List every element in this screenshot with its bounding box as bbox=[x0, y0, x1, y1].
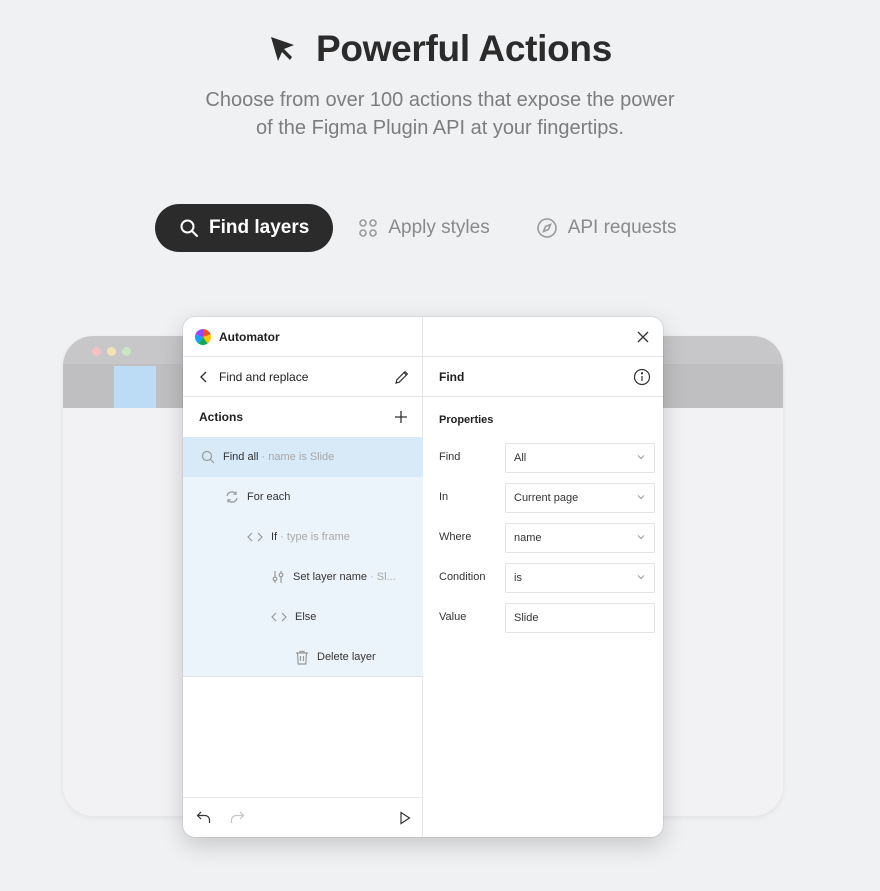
workflow-header: Find and replace bbox=[183, 357, 422, 397]
action-find-all[interactable]: Find all · name is Slide bbox=[183, 437, 423, 477]
action-label: For each bbox=[247, 491, 291, 503]
plus-icon[interactable] bbox=[394, 410, 408, 424]
close-icon[interactable] bbox=[637, 331, 649, 343]
code-brackets-icon bbox=[271, 611, 287, 623]
pencil-icon[interactable] bbox=[394, 369, 410, 385]
compass-icon bbox=[536, 217, 558, 239]
prop-label-in: In bbox=[439, 491, 449, 503]
right-titlebar bbox=[423, 317, 663, 357]
field-value: is bbox=[514, 572, 522, 584]
tab-api-requests[interactable]: API requests bbox=[536, 204, 677, 252]
search-icon bbox=[201, 450, 215, 464]
plugin-titlebar: Automator bbox=[183, 317, 422, 357]
find-select[interactable]: All bbox=[505, 443, 655, 473]
field-value: name bbox=[514, 532, 542, 544]
chevron-down-icon bbox=[637, 574, 645, 580]
field-value: Slide bbox=[514, 612, 539, 624]
properties-section-title: Properties bbox=[439, 414, 494, 426]
prop-label-where: Where bbox=[439, 531, 472, 543]
where-select[interactable]: name bbox=[505, 523, 655, 553]
chevron-left-icon[interactable] bbox=[199, 370, 209, 384]
sliders-icon bbox=[271, 570, 285, 584]
action-meta: · name is Slide bbox=[258, 451, 335, 463]
cursor-arrow-icon bbox=[268, 34, 298, 64]
hero-title-row: Powerful Actions bbox=[0, 28, 880, 70]
action-meta: · type is frame bbox=[277, 531, 350, 543]
actions-section-title: Actions bbox=[199, 410, 244, 424]
prop-label-value: Value bbox=[439, 611, 467, 623]
tab-find-layers[interactable]: Find layers bbox=[155, 204, 334, 252]
play-icon[interactable] bbox=[399, 811, 411, 825]
action-meta: · Sl... bbox=[366, 571, 396, 583]
tab-label: Apply styles bbox=[388, 217, 490, 238]
subtitle-line-1: Choose from over 100 actions that expose… bbox=[205, 89, 675, 111]
action-label: Set layer name bbox=[293, 571, 367, 583]
action-for-each[interactable]: For each bbox=[183, 477, 423, 517]
window-dot-red bbox=[92, 347, 101, 356]
trash-icon bbox=[295, 650, 309, 665]
chevron-down-icon bbox=[637, 534, 645, 540]
value-input[interactable]: Slide bbox=[505, 603, 655, 633]
tab-label: API requests bbox=[567, 217, 677, 238]
page-title: Powerful Actions bbox=[315, 28, 613, 69]
action-label: Else bbox=[295, 611, 317, 623]
browser-blue-block bbox=[114, 366, 156, 408]
tab-label: Find layers bbox=[209, 217, 310, 238]
chevron-down-icon bbox=[637, 454, 645, 460]
tab-apply-styles[interactable]: Apply styles bbox=[358, 204, 490, 252]
page-subtitle: Choose from over 100 actions that expose… bbox=[170, 86, 710, 142]
action-if[interactable]: If · type is frame bbox=[183, 517, 423, 557]
in-select[interactable]: Current page bbox=[505, 483, 655, 513]
action-detail-title: Find bbox=[439, 369, 465, 384]
action-set-layer-name[interactable]: Set layer name · Sl... bbox=[183, 557, 423, 597]
grid-dots-icon bbox=[358, 218, 378, 238]
action-label: Delete layer bbox=[317, 651, 376, 663]
workflow-title: Find and replace bbox=[219, 369, 309, 384]
left-panel-footer bbox=[183, 797, 423, 837]
automator-plugin-window: Automator Find and replace Actions Find … bbox=[183, 317, 663, 837]
prop-label-condition: Condition bbox=[439, 571, 486, 583]
app-name: Automator bbox=[219, 329, 280, 344]
search-icon bbox=[179, 218, 199, 238]
subtitle-line-2: of the Figma Plugin API at your fingerti… bbox=[256, 117, 624, 139]
chevron-down-icon bbox=[637, 494, 645, 500]
action-label: Find all bbox=[223, 451, 259, 463]
prop-label-find: Find bbox=[439, 451, 461, 463]
find-header: Find bbox=[423, 357, 663, 397]
automator-logo-icon bbox=[195, 328, 211, 345]
undo-icon[interactable] bbox=[196, 810, 212, 824]
window-dot-green bbox=[122, 347, 131, 356]
feature-tabs: Find layers Apply styles API requests bbox=[155, 204, 676, 252]
info-icon[interactable] bbox=[633, 368, 651, 386]
right-panel: Find Properties Find All In Current page… bbox=[423, 317, 663, 837]
redo-icon[interactable] bbox=[229, 810, 245, 824]
action-else[interactable]: Else bbox=[183, 597, 423, 637]
field-value: Current page bbox=[514, 492, 579, 504]
left-panel: Automator Find and replace Actions Find … bbox=[183, 317, 423, 837]
action-delete-layer[interactable]: Delete layer bbox=[183, 637, 423, 677]
field-value: All bbox=[514, 452, 527, 464]
actions-header: Actions bbox=[183, 397, 422, 437]
code-brackets-icon bbox=[247, 531, 263, 543]
loop-icon bbox=[225, 490, 239, 504]
window-dot-yellow bbox=[107, 347, 116, 356]
condition-select[interactable]: is bbox=[505, 563, 655, 593]
